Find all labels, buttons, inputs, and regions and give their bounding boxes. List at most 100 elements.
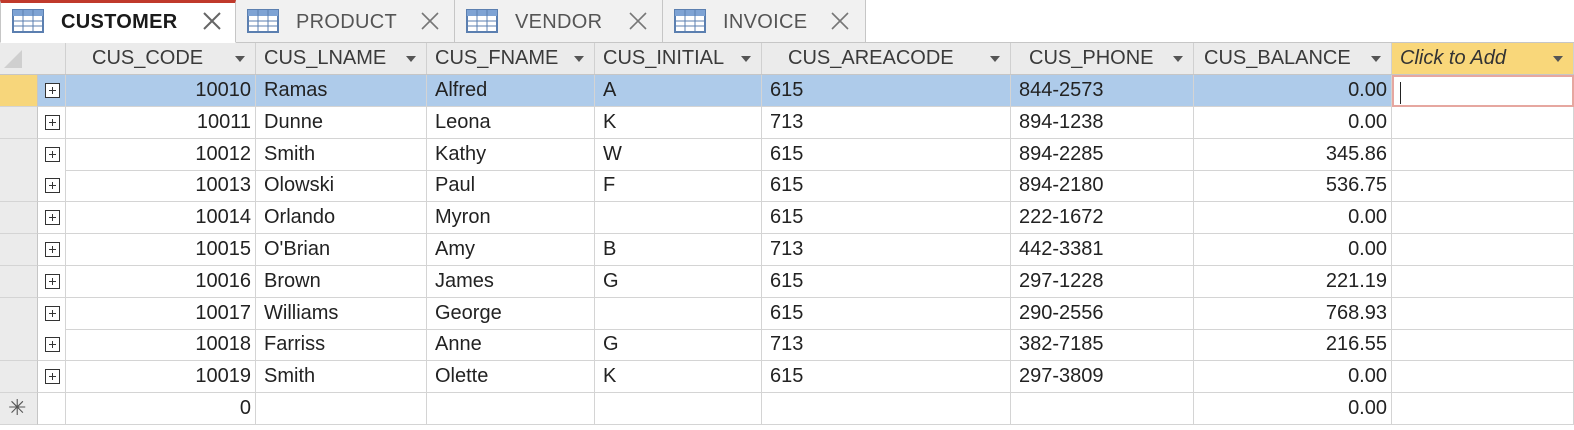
cus-initial-cell[interactable]: K (595, 361, 762, 394)
column-header-cus-areacode[interactable]: CUS_AREACODE (762, 43, 1011, 74)
expand-plus-icon[interactable] (45, 337, 60, 353)
tab-vendor[interactable]: VENDOR (455, 0, 663, 43)
cus-fname-cell[interactable]: George (427, 297, 595, 330)
cus-phone-cell[interactable]: 222-1672 (1011, 202, 1194, 235)
table-row[interactable]: 10012 Smith Kathy W 615 894-2285 345.86 (0, 138, 1574, 171)
cus-areacode-cell[interactable]: 615 (762, 297, 1011, 330)
cus-lname-cell[interactable]: Dunne (256, 106, 427, 139)
click-to-add-cell[interactable] (1392, 265, 1574, 298)
cus-initial-cell[interactable] (595, 393, 762, 425)
click-to-add-cell[interactable] (1392, 202, 1574, 235)
tab-customer[interactable]: CUSTOMER (0, 0, 236, 43)
cus-code-cell[interactable]: 10010 (66, 75, 256, 107)
click-to-add-cell[interactable] (1392, 234, 1574, 266)
click-to-add-cell[interactable] (1392, 170, 1574, 203)
chevron-down-icon[interactable] (1371, 56, 1381, 62)
cus-code-cell[interactable]: 10016 (66, 265, 256, 298)
close-icon[interactable] (830, 11, 850, 31)
column-header-cus-fname[interactable]: CUS_FNAME (427, 43, 595, 74)
table-row[interactable]: 10013 Olowski Paul F 615 894-2180 536.75 (0, 170, 1574, 203)
select-all-corner[interactable] (0, 43, 66, 74)
cus-areacode-cell[interactable]: 713 (762, 329, 1011, 362)
cus-code-cell[interactable]: 10011 (66, 106, 256, 139)
cus-areacode-cell[interactable]: 713 (762, 106, 1011, 139)
cus-balance-cell[interactable]: 768.93 (1194, 297, 1392, 330)
cus-code-cell[interactable]: 10015 (66, 234, 256, 266)
cus-lname-cell[interactable] (256, 393, 427, 425)
cus-code-cell[interactable]: 10013 (66, 170, 256, 203)
click-to-add-cell[interactable] (1392, 393, 1574, 425)
table-row[interactable]: 10016 Brown James G 615 297-1228 221.19 (0, 265, 1574, 298)
column-header-cus-phone[interactable]: CUS_PHONE (1011, 43, 1194, 74)
cus-initial-cell[interactable]: A (595, 75, 762, 107)
expand-plus-icon[interactable] (45, 146, 60, 162)
cus-fname-cell[interactable]: Paul (427, 170, 595, 203)
chevron-down-icon[interactable] (406, 56, 416, 62)
cus-code-cell[interactable]: 10017 (66, 297, 256, 330)
click-to-add-cell[interactable] (1392, 75, 1574, 107)
cus-balance-cell[interactable]: 0.00 (1194, 361, 1392, 394)
table-row[interactable]: 10018 Farriss Anne G 713 382-7185 216.55 (0, 329, 1574, 362)
cus-lname-cell[interactable]: O'Brian (256, 234, 427, 266)
record-selector[interactable] (0, 234, 38, 266)
expand-plus-icon[interactable] (45, 178, 60, 194)
chevron-down-icon[interactable] (990, 56, 1000, 62)
cus-initial-cell[interactable]: F (595, 170, 762, 203)
cus-initial-cell[interactable] (595, 297, 762, 330)
cus-phone-cell[interactable]: 297-3809 (1011, 361, 1194, 394)
table-row[interactable]: 10015 O'Brian Amy B 713 442-3381 0.00 (0, 234, 1574, 266)
cus-balance-cell[interactable]: 0.00 (1194, 393, 1392, 425)
tab-invoice[interactable]: INVOICE (663, 0, 866, 43)
cus-fname-cell[interactable]: Olette (427, 361, 595, 394)
cus-areacode-cell[interactable]: 615 (762, 138, 1011, 171)
record-selector[interactable] (0, 297, 38, 330)
cus-lname-cell[interactable]: Smith (256, 361, 427, 394)
cus-areacode-cell[interactable] (762, 393, 1011, 425)
cus-lname-cell[interactable]: Orlando (256, 202, 427, 235)
column-header-cus-lname[interactable]: CUS_LNAME (256, 43, 427, 74)
cus-fname-cell[interactable]: Myron (427, 202, 595, 235)
cus-lname-cell[interactable]: Williams (256, 297, 427, 330)
cus-code-cell[interactable]: 10014 (66, 202, 256, 235)
cus-initial-cell[interactable] (595, 202, 762, 235)
column-header-cus-balance[interactable]: CUS_BALANCE (1194, 43, 1392, 74)
cus-balance-cell[interactable]: 216.55 (1194, 329, 1392, 362)
table-row[interactable]: 10019 Smith Olette K 615 297-3809 0.00 (0, 361, 1574, 394)
cus-initial-cell[interactable]: B (595, 234, 762, 266)
cus-fname-cell[interactable]: Kathy (427, 138, 595, 171)
tab-product[interactable]: PRODUCT (236, 0, 455, 43)
cus-areacode-cell[interactable]: 615 (762, 361, 1011, 394)
cus-initial-cell[interactable]: W (595, 138, 762, 171)
cus-phone-cell[interactable]: 894-2285 (1011, 138, 1194, 171)
cus-areacode-cell[interactable]: 713 (762, 234, 1011, 266)
click-to-add-cell[interactable] (1392, 297, 1574, 330)
cus-phone-cell[interactable]: 442-3381 (1011, 234, 1194, 266)
click-to-add-column[interactable]: Click to Add (1392, 43, 1574, 74)
cus-code-cell[interactable]: 0 (66, 393, 256, 425)
record-selector[interactable] (0, 329, 38, 362)
cus-areacode-cell[interactable]: 615 (762, 75, 1011, 107)
cus-lname-cell[interactable]: Farriss (256, 329, 427, 362)
cus-phone-cell[interactable] (1011, 393, 1194, 425)
cus-lname-cell[interactable]: Ramas (256, 75, 427, 107)
record-selector[interactable]: ✳ (0, 393, 38, 425)
cus-fname-cell[interactable]: Anne (427, 329, 595, 362)
cus-balance-cell[interactable]: 0.00 (1194, 234, 1392, 266)
cus-areacode-cell[interactable]: 615 (762, 202, 1011, 235)
cus-balance-cell[interactable]: 345.86 (1194, 138, 1392, 171)
expand-plus-icon[interactable] (45, 242, 60, 257)
click-to-add-cell[interactable] (1392, 329, 1574, 362)
cus-initial-cell[interactable]: G (595, 265, 762, 298)
cus-phone-cell[interactable]: 297-1228 (1011, 265, 1194, 298)
record-selector[interactable] (0, 138, 38, 171)
record-selector[interactable] (0, 106, 38, 139)
column-header-cus-code[interactable]: CUS_CODE (66, 43, 256, 74)
table-row[interactable]: 10014 Orlando Myron 615 222-1672 0.00 (0, 202, 1574, 235)
cus-initial-cell[interactable]: G (595, 329, 762, 362)
cus-fname-cell[interactable] (427, 393, 595, 425)
chevron-down-icon[interactable] (574, 56, 584, 62)
cus-code-cell[interactable]: 10018 (66, 329, 256, 362)
cus-phone-cell[interactable]: 290-2556 (1011, 297, 1194, 330)
expand-plus-icon[interactable] (45, 83, 60, 98)
new-record-row[interactable]: ✳ 0 0.00 (0, 393, 1574, 425)
